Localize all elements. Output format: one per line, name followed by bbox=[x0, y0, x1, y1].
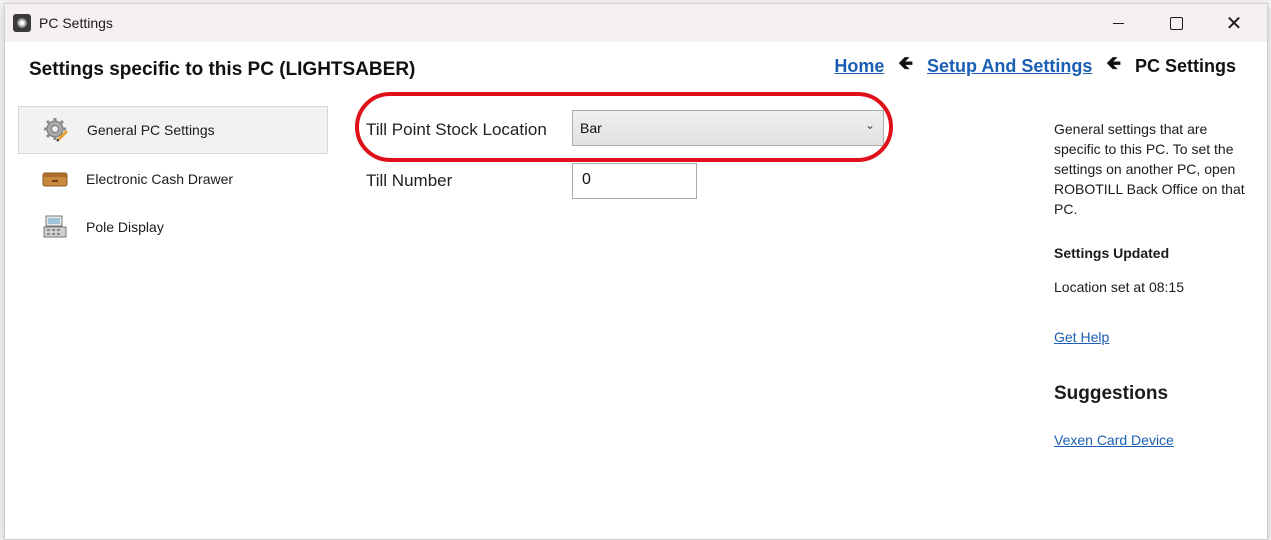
settings-nav: General PC Settings Electronic Cash Draw… bbox=[18, 106, 328, 252]
till-number-label: Till Number bbox=[366, 171, 453, 190]
status-text: Location set at 08:15 bbox=[1054, 279, 1184, 295]
page-title: Settings specific to this PC (LIGHTSABER… bbox=[29, 59, 416, 80]
nav-item-label: Pole Display bbox=[86, 219, 164, 235]
input-value: 0 bbox=[582, 171, 591, 188]
cash-drawer-icon bbox=[42, 166, 68, 192]
nav-item-label: Electronic Cash Drawer bbox=[86, 171, 234, 187]
sidebar-description: General settings that are specific to th… bbox=[1054, 121, 1245, 217]
nav-item-general-pc-settings[interactable]: General PC Settings bbox=[18, 106, 328, 154]
gear-pencil-icon bbox=[43, 117, 69, 143]
maximize-icon bbox=[1169, 16, 1183, 30]
pc-settings-window: PC Settings ✕ Settings specific to this … bbox=[4, 3, 1268, 540]
pole-display-icon bbox=[42, 214, 68, 240]
close-button[interactable]: ✕ bbox=[1206, 4, 1262, 42]
app-icon bbox=[13, 14, 31, 32]
close-icon: ✕ bbox=[1225, 11, 1243, 35]
info-sidebar: General settings that are specific to th… bbox=[1054, 119, 1254, 448]
highlight-annotation bbox=[355, 92, 893, 162]
breadcrumb-home-link[interactable]: Home bbox=[834, 56, 884, 77]
nav-item-electronic-cash-drawer[interactable]: Electronic Cash Drawer bbox=[18, 156, 328, 202]
suggestions-heading: Suggestions bbox=[1054, 383, 1169, 404]
breadcrumb: Home 🡸 Setup And Settings 🡸 PC Settings bbox=[834, 51, 1236, 81]
status-heading: Settings Updated bbox=[1054, 245, 1170, 261]
minimize-button[interactable] bbox=[1090, 4, 1146, 42]
maximize-button[interactable] bbox=[1148, 4, 1204, 42]
minimize-icon bbox=[1112, 22, 1124, 24]
arrow-left-icon: 🡸 bbox=[1106, 53, 1121, 74]
breadcrumb-current: PC Settings bbox=[1134, 55, 1236, 76]
window-title: PC Settings bbox=[39, 15, 113, 31]
till-number-input[interactable]: 0 bbox=[572, 163, 697, 199]
suggestion-link[interactable]: Vexen Card Device bbox=[1054, 432, 1174, 448]
arrow-left-icon: 🡸 bbox=[898, 53, 914, 74]
nav-item-label: General PC Settings bbox=[87, 122, 215, 138]
breadcrumb-setup-link[interactable]: Setup And Settings bbox=[927, 56, 1092, 77]
get-help-link[interactable]: Get Help bbox=[1054, 329, 1109, 345]
nav-item-pole-display[interactable]: Pole Display bbox=[18, 204, 328, 250]
title-bar[interactable]: PC Settings ✕ bbox=[5, 4, 1267, 42]
